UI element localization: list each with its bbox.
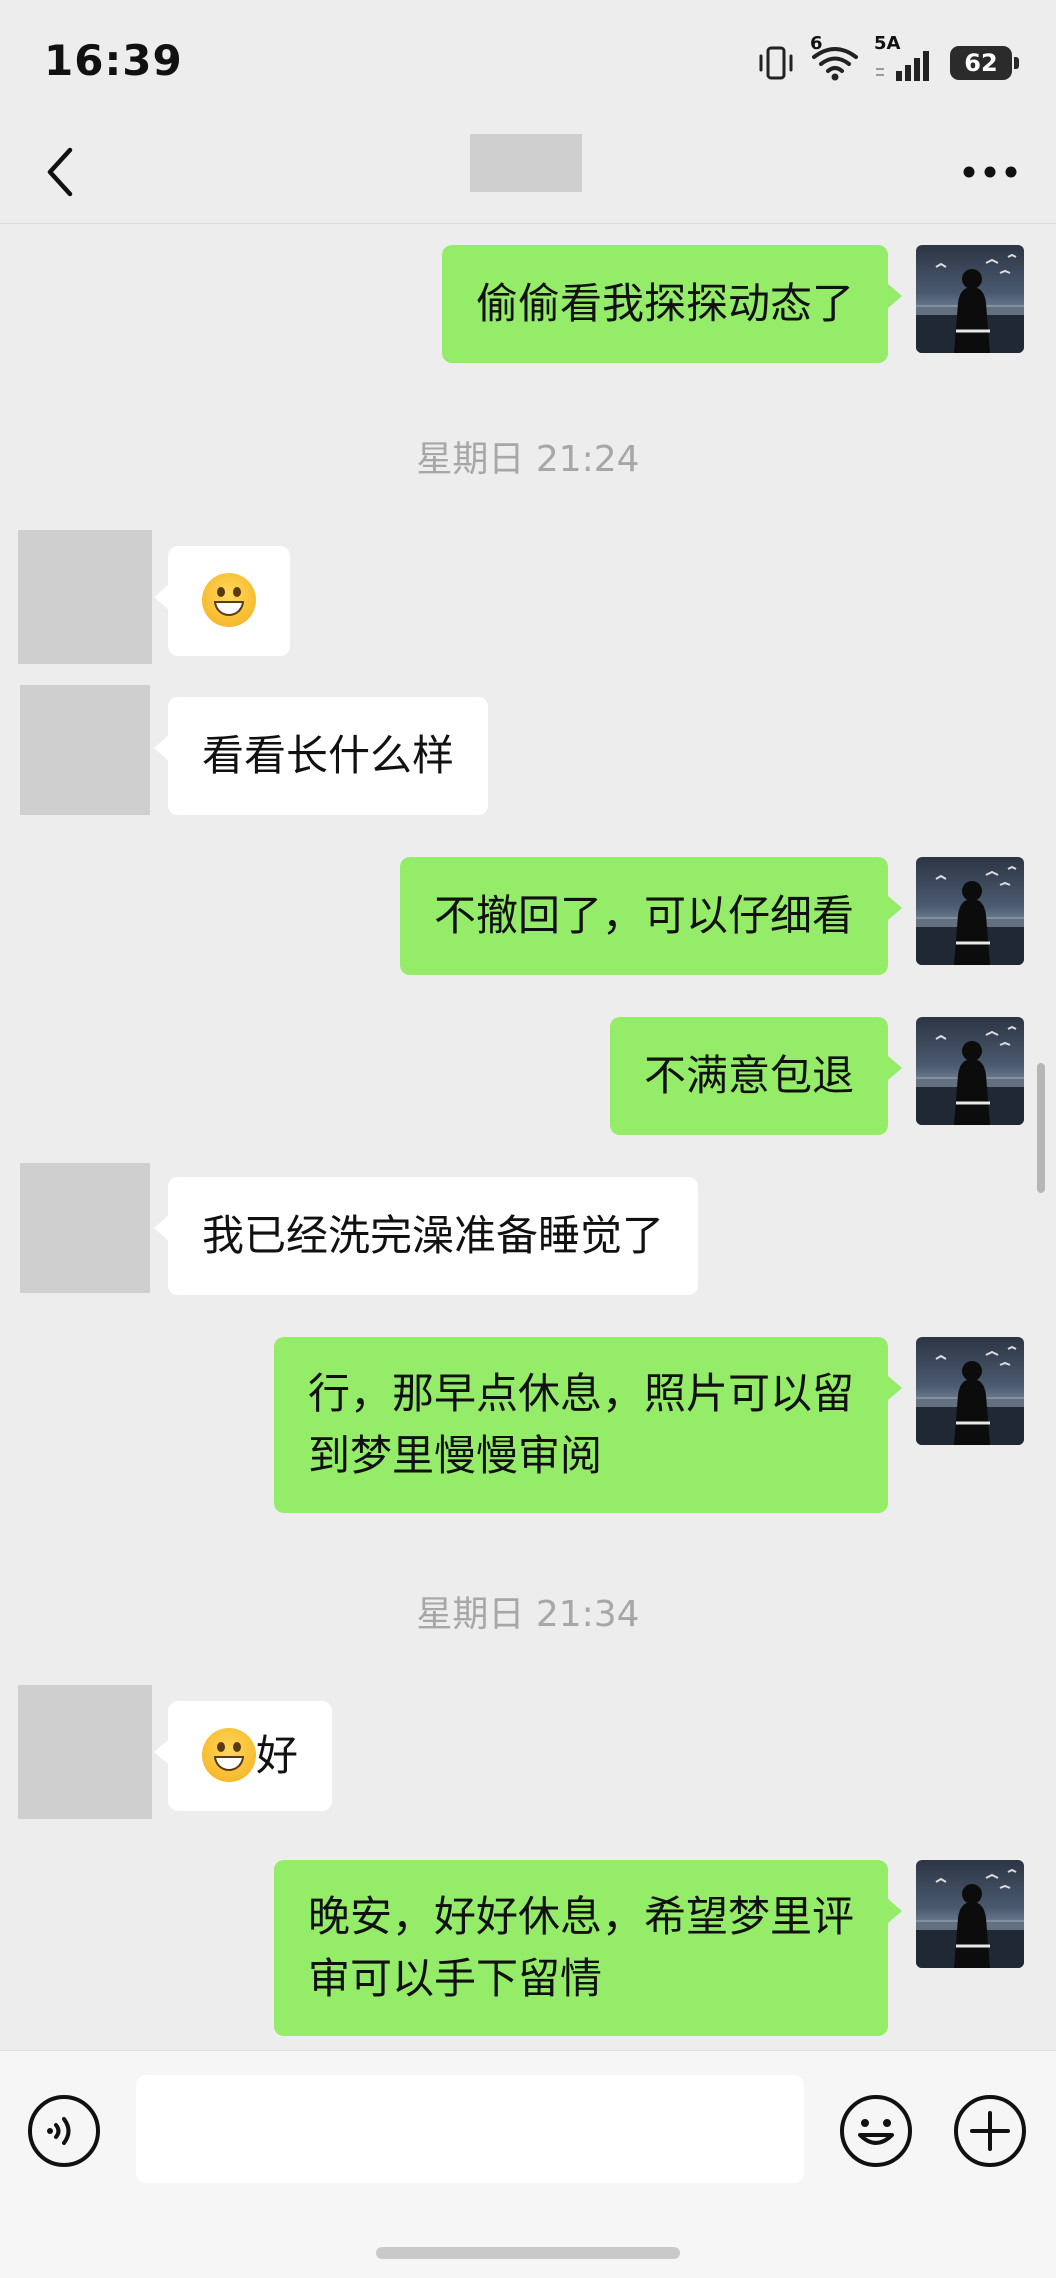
more-functions-button[interactable] <box>952 2093 1028 2169</box>
back-button[interactable] <box>30 140 94 204</box>
plus-circle-icon <box>954 2095 1026 2167</box>
avatar-photo <box>916 1345 1024 1445</box>
scrollbar[interactable] <box>1037 1063 1045 1193</box>
message-bubble-outgoing[interactable]: 不满意包退 <box>609 1017 903 1135</box>
message-row-incoming: 好 <box>0 1685 1056 1825</box>
message-row-outgoing: 行，那早点休息，照片可以留 到梦里慢慢审阅 <box>0 1337 1056 1519</box>
contact-avatar[interactable] <box>20 1163 150 1293</box>
my-avatar[interactable] <box>916 1337 1024 1445</box>
message-line: 晚安，好好休息，希望梦里评 <box>307 1892 854 1941</box>
timestamp-separator: 星期日 21:24 <box>416 439 640 480</box>
message-line: 行，那早点休息，照片可以留 <box>307 1369 854 1418</box>
timestamp-separator: 星期日 21:34 <box>416 1594 640 1635</box>
message-row-outgoing: 晚安，好好休息，希望梦里评 审可以手下留情 <box>0 1860 1056 2042</box>
message-bubble-incoming[interactable] <box>154 546 290 656</box>
voice-button[interactable] <box>26 2093 102 2169</box>
message-row-incoming: 我已经洗完澡准备睡觉了 <box>0 1163 1056 1295</box>
chevron-left-icon <box>47 147 73 197</box>
contact-avatar[interactable] <box>18 530 152 664</box>
message-bubble-outgoing[interactable]: 晚安，好好休息，希望梦里评 审可以手下留情 <box>273 1860 903 2036</box>
message-row-outgoing: 偷偷看我探探动态了 <box>0 245 1056 365</box>
cellular-indicator: 5A <box>874 33 936 83</box>
message-row-incoming: 看看长什么样 <box>0 685 1056 815</box>
message-list: 偷偷看我探探动态了 星期日 21:24 看看长什么样 不撤回了，可以仔细看 不满… <box>0 225 1056 2050</box>
more-options-button[interactable] <box>948 140 1032 204</box>
chat-screen: 16:39 6 5A 62 偷偷看我探探动态了 星期日 21:24 看看长什么样… <box>0 0 1056 2278</box>
message-bubble-outgoing[interactable]: 不撤回了，可以仔细看 <box>399 857 903 975</box>
avatar-photo <box>916 253 1024 353</box>
my-avatar[interactable] <box>916 1860 1024 1968</box>
contact-avatar[interactable] <box>20 685 150 815</box>
my-avatar[interactable] <box>916 1017 1024 1125</box>
battery-indicator: 62 <box>950 46 1019 80</box>
status-icons: 6 5A 62 <box>756 33 1019 86</box>
contact-name-redacted <box>470 134 582 192</box>
emoji-button[interactable] <box>838 2093 914 2169</box>
message-line: 审可以手下留情 <box>307 1954 602 2003</box>
grin-emoji-icon <box>202 573 256 627</box>
vibrate-icon <box>759 46 793 80</box>
message-bubble-incoming[interactable]: 好 <box>153 1701 333 1811</box>
message-bubble-incoming[interactable]: 我已经洗完澡准备睡觉了 <box>153 1177 699 1295</box>
more-dots-icon <box>963 166 1017 178</box>
my-avatar[interactable] <box>916 857 1024 965</box>
message-bubble-incoming[interactable]: 看看长什么样 <box>153 697 489 815</box>
message-text: 好 <box>256 1731 299 1780</box>
chat-header <box>0 120 1056 224</box>
message-row-incoming <box>0 530 1056 670</box>
wifi-icon <box>812 47 858 81</box>
status-bar: 16:39 6 5A 62 <box>0 0 1056 120</box>
voice-icon <box>28 2095 100 2167</box>
message-input[interactable] <box>136 2075 804 2183</box>
avatar-photo <box>916 865 1024 965</box>
avatar-photo <box>916 1868 1024 1968</box>
status-time: 16:39 <box>44 36 183 85</box>
signal-icon <box>876 51 929 81</box>
grin-emoji-icon <box>202 1728 256 1782</box>
wifi-indicator: 6 <box>810 33 860 83</box>
my-avatar[interactable] <box>916 245 1024 353</box>
smiley-icon <box>840 2095 912 2167</box>
message-row-outgoing: 不撤回了，可以仔细看 <box>0 857 1056 977</box>
contact-avatar[interactable] <box>18 1685 152 1819</box>
message-bubble-outgoing[interactable]: 偷偷看我探探动态了 <box>441 245 903 363</box>
message-row-outgoing: 不满意包退 <box>0 1017 1056 1137</box>
message-line: 到梦里慢慢审阅 <box>307 1431 602 1480</box>
avatar-photo <box>916 1025 1024 1125</box>
input-bar <box>0 2050 1056 2278</box>
home-indicator[interactable] <box>376 2247 680 2259</box>
message-bubble-outgoing[interactable]: 行，那早点休息，照片可以留 到梦里慢慢审阅 <box>273 1337 903 1513</box>
